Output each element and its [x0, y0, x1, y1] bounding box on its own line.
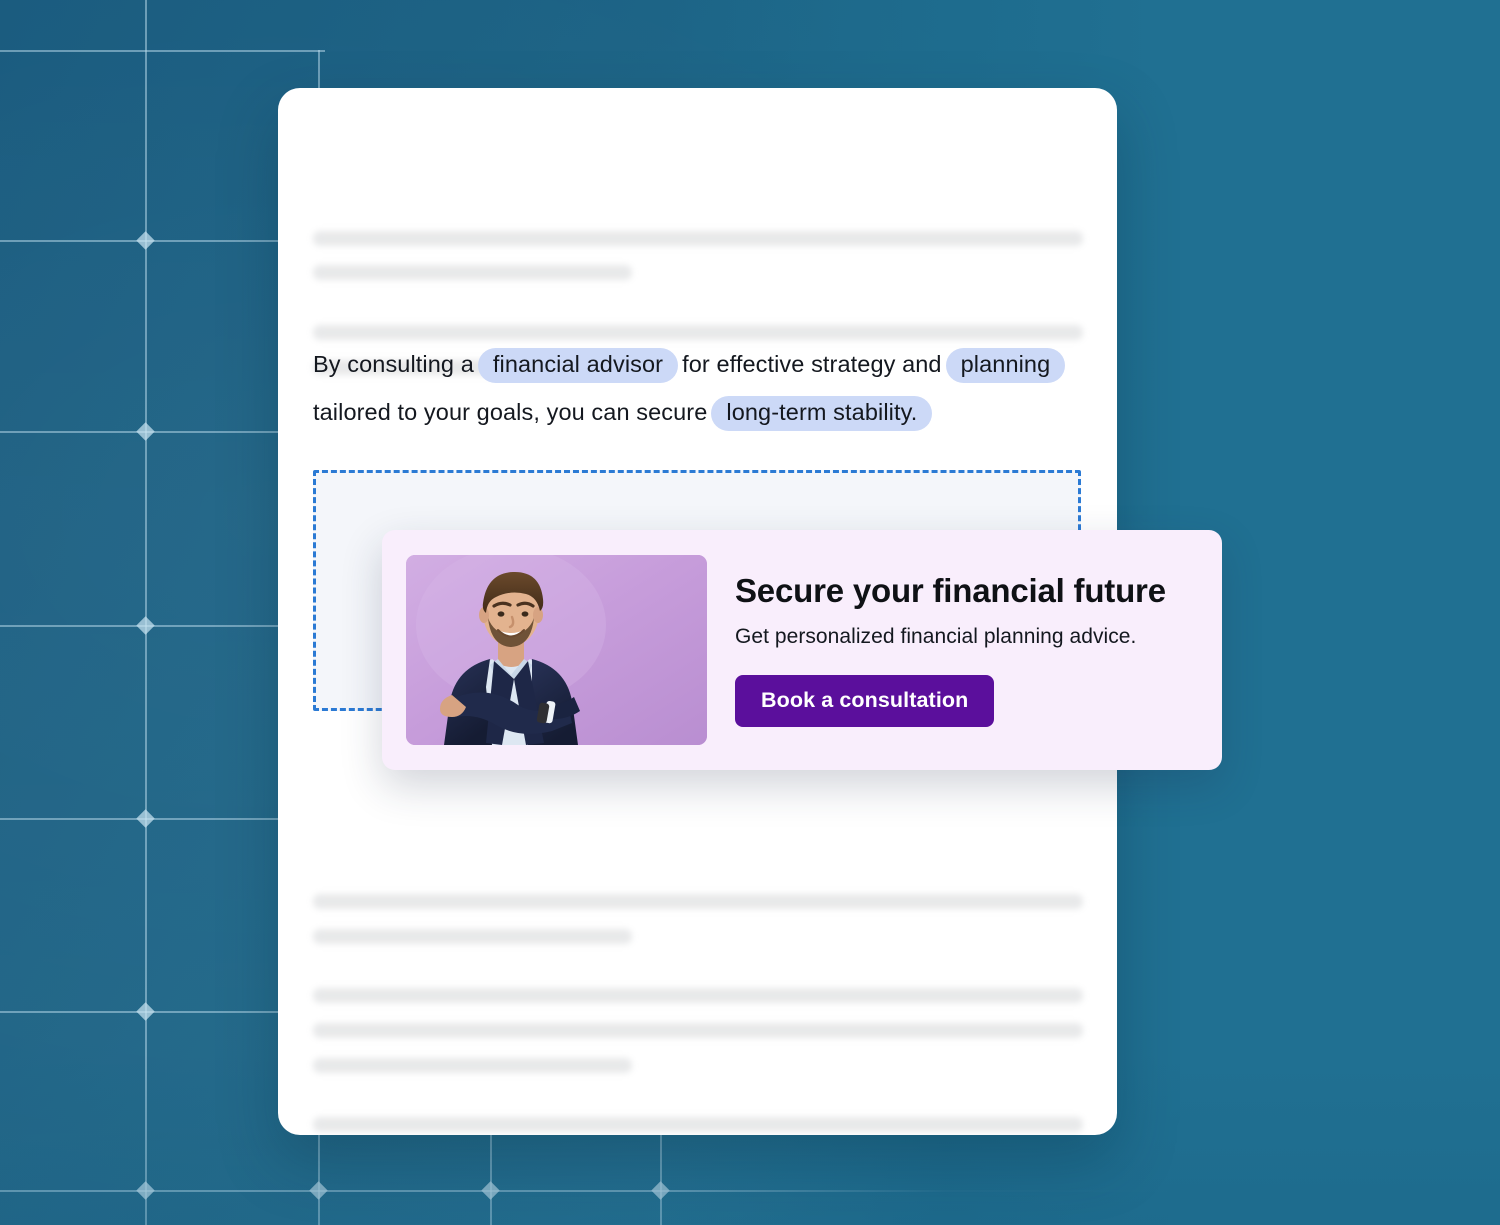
promo-title: Secure your financial future	[735, 571, 1166, 609]
grid-line-vertical	[318, 1135, 320, 1225]
skeleton-line	[313, 325, 1083, 340]
sentence-middle: for effective strategy and	[682, 351, 942, 377]
article-sentence: By consulting a financial advisor for effe…	[313, 340, 1103, 436]
sentence-lead: By consulting a	[313, 351, 474, 377]
sponsored-promo-card[interactable]: Secure your financial future Get persona…	[382, 530, 1222, 770]
grid-line-horizontal	[0, 1190, 1500, 1192]
advisor-photo	[406, 555, 707, 745]
book-consultation-button[interactable]: Book a consultation	[735, 675, 995, 728]
skeleton-line	[313, 894, 1083, 909]
skeleton-line	[313, 988, 1083, 1003]
skeleton-line	[313, 231, 1083, 246]
entity-pill-financial-advisor[interactable]: financial advisor	[477, 348, 679, 383]
skeleton-line	[313, 929, 632, 944]
skeleton-line	[313, 1117, 1083, 1132]
skeleton-line	[313, 1023, 1083, 1038]
grid-line-vertical	[318, 50, 320, 90]
screenshot-stage: By consulting a financial advisor for effe…	[0, 0, 1500, 1225]
grid-line-vertical	[490, 1135, 492, 1225]
skeleton-line	[313, 265, 632, 280]
skeleton-line	[313, 1058, 632, 1073]
sentence-line2-lead: tailored to your goals, you can secure	[313, 399, 708, 425]
grid-line-vertical	[660, 1135, 662, 1225]
grid-line-vertical	[145, 0, 147, 1225]
entity-pill-long-term-stability[interactable]: long-term stability.	[711, 396, 933, 431]
entity-pill-planning[interactable]: planning	[945, 348, 1066, 383]
promo-text-block: Secure your financial future Get persona…	[707, 571, 1198, 728]
grid-line-horizontal	[0, 50, 325, 52]
promo-subtitle: Get personalized financial planning advi…	[735, 625, 1137, 649]
